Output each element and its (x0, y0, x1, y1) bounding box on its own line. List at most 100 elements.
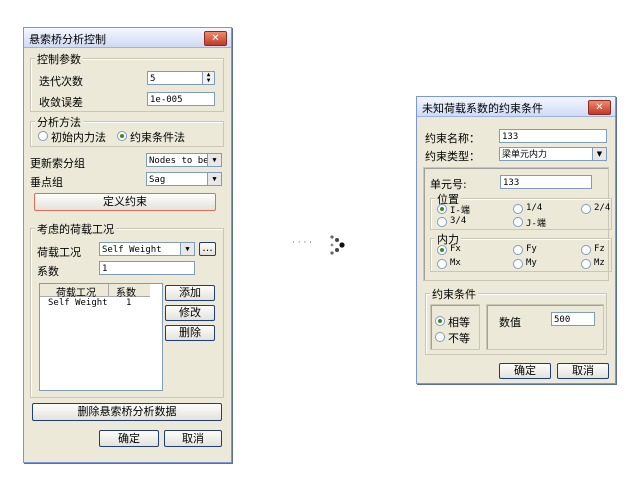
load-cases-legend: 考虑的荷载工况 (35, 221, 116, 237)
factor-field[interactable]: 1 (99, 261, 195, 275)
force-fx-label: Fx (450, 244, 461, 254)
condition-options-panel: 相等 不等 (430, 304, 480, 350)
transition-dots: · · · · (292, 238, 313, 248)
cable-bridge-analysis-dialog: 悬索桥分析控制 ✕ 控制参数 迭代次数 5 ▲ ▼ 收敛误差 1e-005 分析方… (23, 27, 232, 463)
force-fz-radio[interactable] (581, 245, 591, 255)
sag-group-label: 垂点组 (30, 176, 63, 189)
position-i-end-radio[interactable] (437, 204, 447, 214)
position-quarter-label: 1/4 (526, 203, 543, 213)
constraint-type-value: 梁单元内力 (502, 150, 548, 160)
ok-button[interactable]: 确定 (99, 430, 159, 447)
force-mx-label: Mx (450, 258, 461, 268)
dialog-title: 悬索桥分析控制 (29, 33, 106, 46)
spinner-arrow-icon (330, 235, 345, 255)
constraint-condition-legend: 约束条件 (430, 286, 478, 302)
condition-equal-label: 相等 (448, 316, 470, 329)
force-fy-label: Fy (526, 244, 537, 254)
position-half-radio[interactable] (581, 204, 591, 214)
position-quarter-radio[interactable] (513, 204, 523, 214)
constraint-condition-group: 约束条件 相等 不等 数值 500 (425, 286, 607, 355)
force-my-label: My (526, 258, 537, 268)
iteration-stepper[interactable]: 5 ▲ ▼ (147, 71, 215, 85)
force-mx-radio[interactable] (437, 259, 447, 269)
iteration-label: 迭代次数 (39, 75, 83, 88)
sag-group-value: Sag (149, 175, 166, 185)
position-half-label: 2/4 (594, 203, 611, 213)
constraint-name-label: 约束名称： (425, 132, 480, 145)
delete-button[interactable]: 删除 (165, 325, 215, 341)
element-field[interactable]: 133 (500, 175, 592, 189)
chevron-down-icon[interactable]: ▼ (207, 154, 221, 166)
chevron-down-icon[interactable]: ▼ (180, 243, 194, 255)
dialog-title: 未知荷载系数的约束条件 (422, 102, 543, 115)
tolerance-field[interactable]: 1e-005 (147, 92, 215, 106)
tolerance-label: 收敛误差 (39, 96, 83, 109)
title-bar: 未知荷载系数的约束条件 ✕ (417, 97, 615, 117)
sag-group-select[interactable]: Sag ▼ (146, 172, 222, 186)
condition-not-equal-label: 不等 (448, 332, 470, 345)
delete-analysis-data-button[interactable]: 删除悬索桥分析数据 (32, 403, 222, 421)
control-params-legend: 控制参数 (35, 51, 83, 67)
position-j-end-label: J-端 (526, 219, 546, 229)
condition-value-label: 数值 (499, 316, 521, 329)
table-header: 荷载工况 系数 (40, 284, 150, 299)
close-icon[interactable]: ✕ (588, 100, 611, 115)
position-three-quarter-radio[interactable] (437, 217, 447, 227)
cancel-button[interactable]: 取消 (164, 430, 222, 447)
position-i-end-label: I-端 (450, 206, 470, 216)
force-my-radio[interactable] (513, 259, 523, 269)
constraint-method-radio[interactable] (117, 131, 127, 141)
analysis-method-legend: 分析方法 (35, 114, 83, 130)
table-cell-case: Self Weight (48, 298, 108, 308)
condition-equal-radio[interactable] (435, 316, 445, 326)
update-group-value: Nodes to be (149, 156, 209, 166)
load-case-value: Self Weight (102, 245, 162, 255)
condition-value-field[interactable]: 500 (551, 312, 595, 326)
force-mz-radio[interactable] (581, 259, 591, 269)
force-fx-radio[interactable] (437, 245, 447, 255)
load-case-select[interactable]: Self Weight ▼ (99, 242, 195, 256)
control-params-group: 控制参数 迭代次数 5 ▲ ▼ 收敛误差 1e-005 (30, 51, 224, 112)
internal-force-group: 内力 Fx Fy Fz Mx My Mz (430, 231, 612, 272)
more-button[interactable]: ... (199, 242, 216, 256)
condition-not-equal-radio[interactable] (435, 332, 445, 342)
constraint-name-field[interactable]: 133 (499, 129, 607, 143)
constraint-type-label: 约束类型： (425, 150, 480, 163)
stepper-icon[interactable]: ▲ ▼ (202, 72, 214, 84)
position-group: 位置 I-端 1/4 2/4 3/4 J-端 (430, 191, 612, 230)
position-j-end-radio[interactable] (513, 217, 523, 227)
analysis-method-group: 分析方法 初始内力法 约束条件法 (30, 114, 224, 147)
iteration-value: 5 (150, 74, 156, 84)
add-button[interactable]: 添加 (165, 285, 215, 301)
load-case-table[interactable]: 荷载工况 系数 Self Weight 1 (39, 283, 163, 391)
update-group-label: 更新索分组 (30, 157, 85, 170)
edit-button[interactable]: 修改 (165, 305, 215, 321)
condition-value-panel: 数值 500 (486, 304, 604, 350)
element-panel: 单元号: 133 位置 I-端 1/4 2/4 3/4 J-端 内力 Fx Fy… (423, 167, 612, 281)
load-cases-group: 考虑的荷载工况 荷载工况 Self Weight ▼ ... 系数 1 荷载工况… (30, 221, 224, 398)
constraint-type-select[interactable]: 梁单元内力 ▼ (499, 147, 607, 161)
column-header-case[interactable]: 荷载工况 (56, 284, 96, 299)
force-fy-radio[interactable] (513, 245, 523, 255)
ok-button[interactable]: 确定 (499, 363, 551, 379)
force-fz-label: Fz (594, 244, 605, 254)
table-cell-factor: 1 (126, 298, 132, 308)
chevron-down-icon[interactable]: ▼ (592, 148, 606, 160)
element-label: 单元号: (430, 178, 467, 191)
chevron-down-icon[interactable]: ▼ (207, 173, 221, 185)
position-three-quarter-label: 3/4 (450, 216, 467, 226)
title-bar: 悬索桥分析控制 ✕ (24, 28, 231, 48)
update-group-select[interactable]: Nodes to be ▼ (146, 153, 222, 167)
force-mz-label: Mz (594, 258, 605, 268)
table-row[interactable]: Self Weight 1 (40, 298, 150, 310)
unknown-load-constraint-dialog: 未知荷载系数的约束条件 ✕ 约束名称： 133 约束类型： 梁单元内力 ▼ 单元… (416, 96, 616, 384)
constraint-method-label: 约束条件法 (130, 131, 185, 144)
initial-force-label: 初始内力法 (51, 131, 106, 144)
initial-force-radio[interactable] (38, 131, 48, 141)
close-icon[interactable]: ✕ (204, 31, 227, 46)
column-header-factor[interactable]: 系数 (116, 284, 136, 299)
load-case-label: 荷载工况 (37, 246, 81, 259)
cancel-button[interactable]: 取消 (557, 363, 609, 379)
define-constraint-button[interactable]: 定义约束 (34, 193, 216, 211)
factor-label: 系数 (37, 265, 59, 278)
